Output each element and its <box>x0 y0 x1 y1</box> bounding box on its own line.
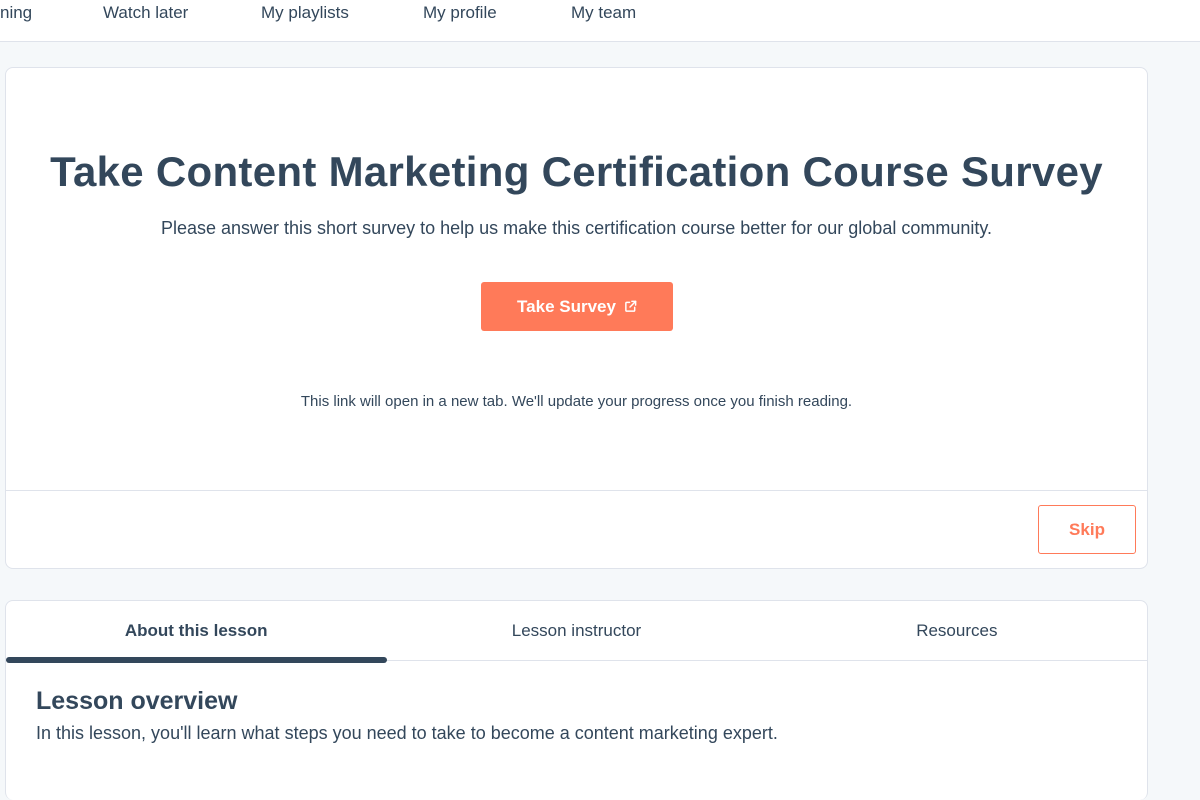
survey-card: Take Content Marketing Certification Cou… <box>5 67 1148 569</box>
external-link-icon <box>625 300 637 312</box>
survey-title: Take Content Marketing Certification Cou… <box>50 148 1103 195</box>
lesson-overview-heading: Lesson overview <box>36 687 238 715</box>
tab-lesson-instructor[interactable]: Lesson instructor <box>386 601 766 660</box>
take-survey-button[interactable]: Take Survey <box>481 282 673 331</box>
take-survey-label: Take Survey <box>517 296 616 316</box>
skip-button[interactable]: Skip <box>1038 505 1136 554</box>
lesson-overview-text: In this lesson, you'll learn what steps … <box>36 723 778 743</box>
survey-description: Please answer this short survey to help … <box>160 218 993 238</box>
tab-resources[interactable]: Resources <box>767 601 1147 660</box>
nav-item-my-playlists[interactable]: My playlists <box>261 3 349 23</box>
top-navigation: ning Watch later My playlists My profile… <box>0 0 1200 42</box>
lesson-tabs: About this lesson Lesson instructor Reso… <box>6 601 1147 661</box>
nav-item-watch-later[interactable]: Watch later <box>103 3 188 23</box>
lesson-card: About this lesson Lesson instructor Reso… <box>5 600 1148 800</box>
nav-item-my-profile[interactable]: My profile <box>423 3 497 23</box>
tab-about-this-lesson[interactable]: About this lesson <box>6 601 386 660</box>
active-tab-indicator <box>6 657 387 663</box>
survey-card-footer: Skip <box>6 490 1147 570</box>
survey-note: This link will open in a new tab. We'll … <box>300 393 853 410</box>
nav-item-my-team[interactable]: My team <box>571 3 636 23</box>
nav-item-learning[interactable]: ning <box>0 3 32 23</box>
